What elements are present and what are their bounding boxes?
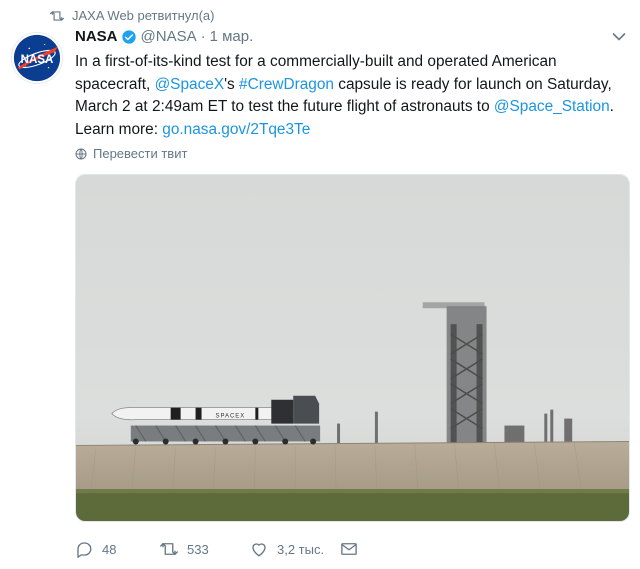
envelope-icon xyxy=(341,543,357,555)
retweet-button[interactable]: 533 xyxy=(160,540,250,558)
reply-button[interactable]: 48 xyxy=(75,540,160,558)
nasa-logo-text: NASA xyxy=(21,54,54,66)
rocket-launchpad-photo: SPACEX xyxy=(76,175,629,521)
translate-tweet[interactable]: Перевести твит xyxy=(75,146,187,161)
tweet-text: In a first-of-its-kind test for a commer… xyxy=(75,51,630,141)
tweet-text-part: 's xyxy=(224,75,240,93)
retweet-icon xyxy=(50,10,64,21)
avatar[interactable]: NASA xyxy=(11,32,63,84)
tweet-timestamp[interactable]: 1 мар. xyxy=(210,28,254,45)
retweet-context: JAXA Web ретвитнул(а) xyxy=(50,8,215,23)
reply-icon xyxy=(77,542,92,558)
mention-spacex[interactable]: @SpaceX xyxy=(155,76,225,93)
header-separator: · xyxy=(200,28,206,45)
tweet-media-photo[interactable]: SPACEX xyxy=(75,174,630,522)
retweet-count: 533 xyxy=(187,541,209,557)
globe-icon xyxy=(75,148,87,159)
tweet-url-link[interactable]: go.nasa.gov/2Tqe3Te xyxy=(162,121,310,138)
tweet-actions: 48 533 3,2 тыс. xyxy=(75,538,358,560)
translate-label: Перевести твит xyxy=(93,146,188,161)
direct-message-button[interactable] xyxy=(340,540,358,558)
reply-count: 48 xyxy=(102,541,117,557)
tweet-header: NASA @NASA · 1 мар. xyxy=(75,28,253,45)
nasa-logo: NASA xyxy=(13,34,61,82)
svg-text:SPACEX: SPACEX xyxy=(215,414,245,420)
author-handle[interactable]: @NASA xyxy=(141,28,197,45)
hashtag-crewdragon[interactable]: #CrewDragon xyxy=(239,76,334,93)
verified-badge-icon xyxy=(121,29,136,44)
chevron-down-icon[interactable] xyxy=(612,32,626,42)
like-button[interactable]: 3,2 тыс. xyxy=(250,540,340,558)
retweet-icon xyxy=(160,543,178,555)
author-name[interactable]: NASA xyxy=(75,28,118,45)
like-count: 3,2 тыс. xyxy=(277,541,325,557)
retweet-context-text[interactable]: JAXA Web ретвитнул(а) xyxy=(72,8,215,23)
mention-space-station[interactable]: @Space_Station xyxy=(494,98,610,115)
heart-icon xyxy=(252,543,266,557)
